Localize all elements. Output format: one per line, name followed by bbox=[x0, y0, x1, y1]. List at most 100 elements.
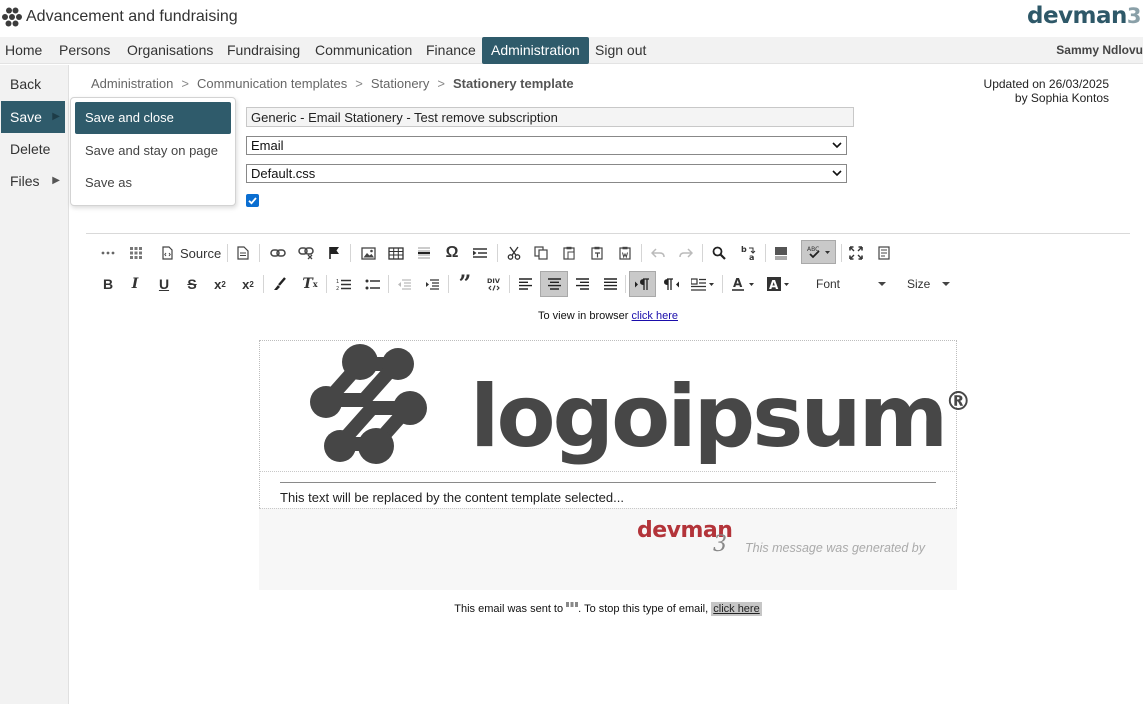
link-icon[interactable] bbox=[268, 242, 288, 264]
back-button[interactable]: Back bbox=[1, 68, 65, 100]
create-div-icon[interactable]: DIV bbox=[484, 273, 504, 295]
paste-icon[interactable] bbox=[560, 242, 578, 264]
nav-organisations[interactable]: Organisations bbox=[118, 37, 222, 64]
underline-icon[interactable]: U bbox=[155, 273, 173, 295]
horizontal-line-icon[interactable] bbox=[414, 242, 434, 264]
special-char-icon[interactable]: Ω bbox=[442, 242, 462, 264]
svg-text:2: 2 bbox=[336, 286, 339, 291]
unlink-icon[interactable] bbox=[296, 242, 316, 264]
show-blocks-icon[interactable] bbox=[99, 242, 117, 264]
indent-icon[interactable] bbox=[423, 273, 441, 295]
styles-icon[interactable] bbox=[690, 273, 716, 295]
nav-administration[interactable]: Administration bbox=[482, 37, 589, 64]
bg-color-icon[interactable]: A bbox=[766, 273, 792, 295]
breadcrumb-separator: > bbox=[437, 76, 445, 91]
nav-home[interactable]: Home bbox=[0, 37, 51, 64]
select-all-icon[interactable] bbox=[772, 242, 790, 264]
delete-button[interactable]: Delete bbox=[1, 133, 65, 165]
save-and-close-option[interactable]: Save and close bbox=[75, 102, 231, 134]
numbered-list-icon[interactable]: 12 bbox=[333, 273, 353, 295]
templates-icon[interactable] bbox=[127, 242, 145, 264]
strikethrough-icon[interactable]: S bbox=[183, 273, 201, 295]
updated-date: Updated on 26/03/2025 bbox=[983, 77, 1109, 91]
rtl-icon[interactable] bbox=[661, 273, 681, 295]
italic-icon[interactable]: I bbox=[126, 273, 144, 295]
unsubscribe-line: This email was sent to . To stop this ty… bbox=[300, 602, 916, 616]
nav-communication[interactable]: Communication bbox=[306, 37, 421, 64]
image-icon[interactable] bbox=[358, 242, 378, 264]
user-name[interactable]: Sammy Ndlovu bbox=[1056, 37, 1143, 63]
files-button[interactable]: Files ▶ bbox=[1, 165, 65, 197]
logoipsum-text: logoipsum bbox=[470, 367, 948, 467]
toolbar-separator bbox=[263, 275, 264, 293]
save-as-option[interactable]: Save as bbox=[75, 167, 231, 199]
breadcrumb-communication-templates[interactable]: Communication templates bbox=[197, 76, 347, 91]
sent-to-mid: . To stop this type of email, bbox=[578, 603, 712, 615]
align-left-icon[interactable] bbox=[516, 273, 534, 295]
devman-footer-logo-number: 3 bbox=[713, 532, 727, 557]
bulleted-list-icon[interactable] bbox=[362, 273, 382, 295]
size-combo[interactable]: Size bbox=[900, 273, 954, 295]
copy-icon[interactable] bbox=[532, 242, 550, 264]
checkmark-icon bbox=[248, 197, 257, 205]
text-color-icon[interactable]: A bbox=[731, 273, 757, 295]
breadcrumb-separator: > bbox=[355, 76, 363, 91]
justify-icon[interactable] bbox=[601, 273, 619, 295]
maximize-icon[interactable] bbox=[847, 242, 865, 264]
stylesheet-select[interactable]: Default.css bbox=[246, 164, 847, 183]
main-nav: Home Persons Organisations Fundraising C… bbox=[0, 37, 1143, 64]
copy-format-icon[interactable] bbox=[271, 273, 289, 295]
paste-word-icon[interactable] bbox=[616, 242, 634, 264]
table-icon[interactable] bbox=[386, 242, 406, 264]
new-page-icon[interactable] bbox=[234, 242, 252, 264]
undo-icon[interactable] bbox=[649, 242, 667, 264]
align-center-icon[interactable] bbox=[540, 271, 568, 297]
blockquote-icon[interactable]: ” bbox=[455, 273, 475, 295]
save-label: Save bbox=[10, 109, 42, 125]
unsubscribe-link[interactable]: click here bbox=[711, 602, 762, 616]
redo-icon[interactable] bbox=[677, 242, 695, 264]
chevron-down-icon bbox=[942, 281, 950, 286]
nav-finance[interactable]: Finance bbox=[417, 37, 485, 64]
stationery-name-input[interactable] bbox=[246, 107, 854, 127]
stationery-type-select[interactable]: Email bbox=[246, 136, 847, 155]
breadcrumb-separator: > bbox=[181, 76, 189, 91]
size-combo-label: Size bbox=[907, 277, 931, 291]
view-in-browser-link[interactable]: click here bbox=[632, 310, 678, 322]
breadcrumb-stationery[interactable]: Stationery bbox=[371, 76, 430, 91]
back-label: Back bbox=[10, 76, 42, 92]
content-separator-line bbox=[280, 482, 936, 483]
brand-logo-number: 3 bbox=[1126, 4, 1142, 28]
replace-icon[interactable]: ba bbox=[738, 242, 758, 264]
breadcrumb-administration[interactable]: Administration bbox=[91, 76, 173, 91]
remove-format-icon[interactable]: Tx bbox=[300, 273, 320, 295]
cut-icon[interactable] bbox=[505, 242, 523, 264]
insert-iframe-icon[interactable] bbox=[470, 242, 490, 264]
bold-icon[interactable]: B bbox=[99, 273, 117, 295]
paste-text-icon[interactable] bbox=[588, 242, 606, 264]
preview-icon[interactable] bbox=[875, 242, 893, 264]
content-placeholder-text[interactable]: This text will be replaced by the conten… bbox=[280, 490, 624, 505]
ltr-icon[interactable] bbox=[629, 271, 656, 297]
action-sidebar: Back Save ▶ Delete Files ▶ bbox=[0, 65, 69, 704]
subscript-icon[interactable]: x2 bbox=[210, 273, 230, 295]
source-button[interactable]: Source bbox=[160, 242, 222, 264]
nav-fundraising[interactable]: Fundraising bbox=[218, 37, 309, 64]
nav-persons[interactable]: Persons bbox=[50, 37, 119, 64]
view-in-browser-text: To view in browser bbox=[537, 310, 632, 322]
app-logo-icon bbox=[2, 7, 22, 27]
active-checkbox[interactable] bbox=[246, 194, 259, 207]
outdent-icon[interactable] bbox=[395, 273, 413, 295]
save-button[interactable]: Save ▶ bbox=[1, 101, 65, 133]
toolbar-separator bbox=[448, 275, 449, 293]
align-right-icon[interactable] bbox=[573, 273, 591, 295]
svg-text:1: 1 bbox=[336, 279, 339, 285]
nav-sign-out[interactable]: Sign out bbox=[586, 37, 655, 64]
find-icon[interactable] bbox=[710, 242, 728, 264]
font-combo[interactable]: Font bbox=[808, 273, 890, 295]
submenu-arrow-icon: ▶ bbox=[52, 175, 60, 186]
superscript-icon[interactable]: x2 bbox=[238, 273, 258, 295]
spellcheck-icon[interactable]: ABC bbox=[801, 240, 836, 264]
save-and-stay-option[interactable]: Save and stay on page bbox=[75, 135, 231, 167]
anchor-icon[interactable] bbox=[325, 242, 343, 264]
